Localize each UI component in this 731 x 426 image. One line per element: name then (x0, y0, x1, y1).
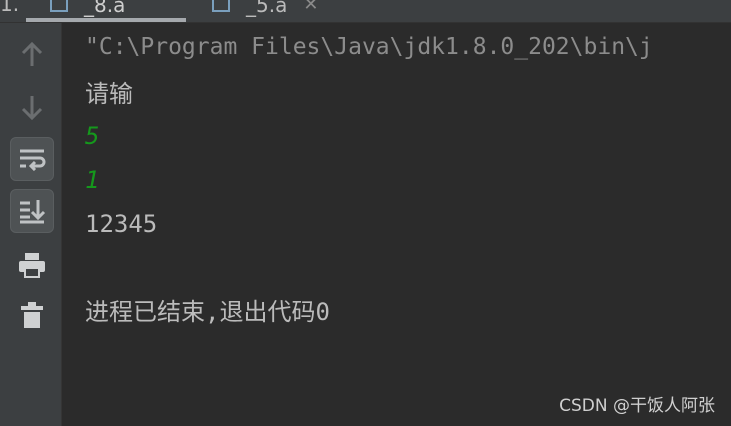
user-input-line: 1 (85, 166, 100, 194)
exit-message: 进程已结束,退出代码0 (85, 298, 330, 326)
console-toolbar (0, 23, 62, 426)
editor-tab-bar: 1. _8.a _5.a ✕ (0, 0, 731, 23)
file-icon (212, 0, 230, 12)
active-tab-indicator (26, 18, 186, 22)
watermark: CSDN @干饭人阿张 (559, 396, 715, 416)
up-arrow-icon[interactable] (10, 33, 54, 77)
trash-icon[interactable] (10, 293, 54, 337)
down-arrow-icon[interactable] (10, 85, 54, 129)
file-icon (50, 0, 68, 12)
tab-8a[interactable]: _8.a (50, 0, 125, 19)
run-console[interactable]: "C:\Program Files\Java\jdk1.8.0_202\bin\… (63, 23, 731, 426)
prompt-text: 请输 (85, 80, 133, 108)
command-line: "C:\Program Files\Java\jdk1.8.0_202\bin\… (85, 34, 653, 60)
tab-5a[interactable]: _5.a ✕ (212, 0, 318, 19)
close-icon[interactable]: ✕ (303, 0, 318, 14)
tab-label: _5.a (246, 0, 288, 17)
tab-edge-text: 1. (0, 0, 20, 16)
print-icon[interactable] (10, 243, 54, 287)
scroll-to-end-icon[interactable] (10, 189, 54, 233)
program-output: 12345 (85, 210, 158, 238)
soft-wrap-icon[interactable] (10, 137, 54, 181)
user-input-line: 5 (85, 122, 100, 150)
tab-label: _8.a (84, 0, 126, 17)
